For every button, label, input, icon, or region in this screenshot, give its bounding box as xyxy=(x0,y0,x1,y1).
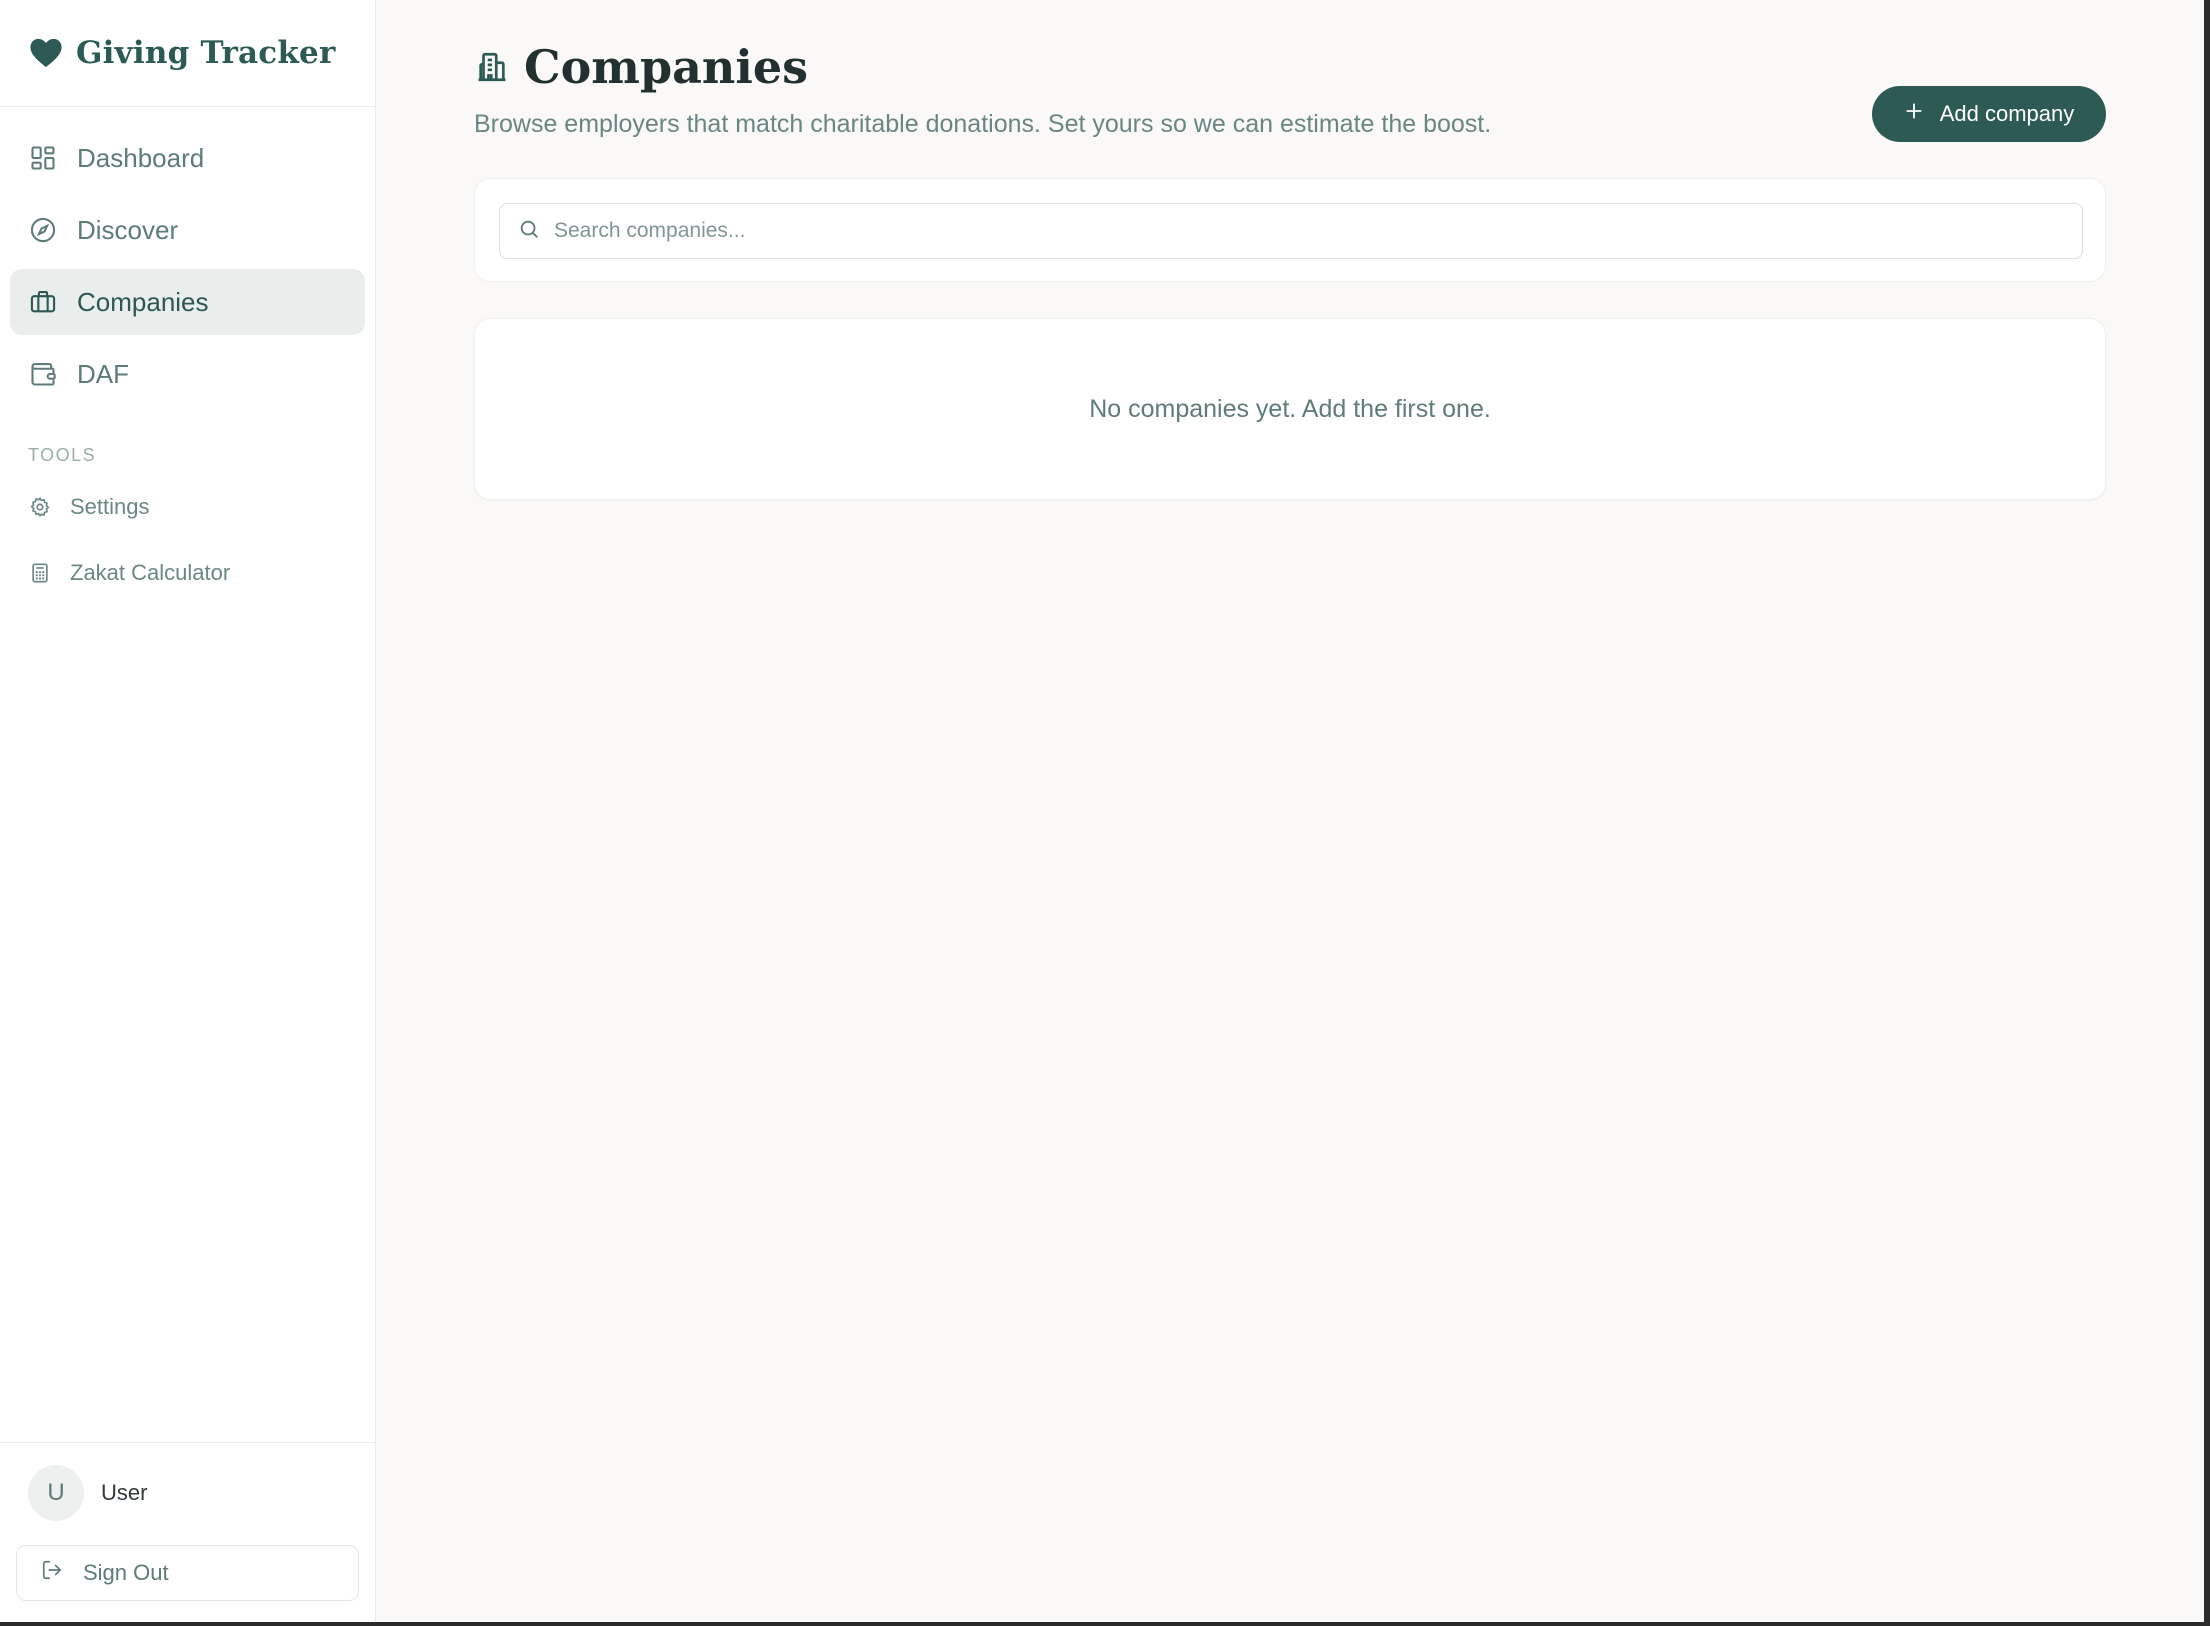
sidebar-item-label: Settings xyxy=(70,494,150,519)
sidebar-item-daf[interactable]: DAF xyxy=(10,341,365,407)
search-input[interactable] xyxy=(554,219,2054,243)
logout-icon xyxy=(41,1559,63,1587)
add-company-button[interactable]: Add company xyxy=(1872,86,2106,142)
sign-out-button[interactable]: Sign Out xyxy=(16,1545,359,1601)
add-company-label: Add company xyxy=(1939,101,2075,126)
page-header: Companies Browse employers that match ch… xyxy=(474,40,1491,139)
main-nav: Dashboard Discover Companies DAF xyxy=(0,107,375,407)
compass-icon xyxy=(28,215,58,245)
sign-out-label: Sign Out xyxy=(83,1560,169,1585)
empty-state-message: No companies yet. Add the first one. xyxy=(1089,394,1491,423)
sidebar-item-label: Discover xyxy=(77,214,179,245)
sidebar-item-zakat-calculator[interactable]: Zakat Calculator xyxy=(10,542,365,604)
search-card xyxy=(474,178,2106,282)
window-frame-right xyxy=(2204,0,2210,1626)
empty-state-card: No companies yet. Add the first one. xyxy=(474,318,2106,500)
window-frame-bottom xyxy=(0,1622,2210,1626)
briefcase-icon xyxy=(28,287,58,317)
sidebar: Giving Tracker Dashboard Discover Compan… xyxy=(0,0,376,1622)
sidebar-item-label: Zakat Calculator xyxy=(70,560,231,585)
brand[interactable]: Giving Tracker xyxy=(0,0,375,107)
main-content: Companies Browse employers that match ch… xyxy=(376,0,2204,1622)
gear-icon xyxy=(28,495,52,519)
avatar: U xyxy=(28,1465,84,1521)
app-window: Giving Tracker Dashboard Discover Compan… xyxy=(0,0,2204,1622)
search-icon xyxy=(518,218,540,245)
plus-icon xyxy=(1904,101,1924,127)
sidebar-item-companies[interactable]: Companies xyxy=(10,269,365,335)
sidebar-item-label: Companies xyxy=(77,286,209,317)
user-name: User xyxy=(101,1480,148,1505)
sidebar-item-dashboard[interactable]: Dashboard xyxy=(10,125,365,191)
tools-section-label: TOOLS xyxy=(28,445,97,465)
sidebar-item-label: DAF xyxy=(77,358,129,389)
tools-nav: Settings Zakat Calculator xyxy=(0,466,375,604)
user-profile[interactable]: U User xyxy=(16,1463,359,1523)
sidebar-item-settings[interactable]: Settings xyxy=(10,476,365,538)
building-icon xyxy=(474,49,510,85)
page-subtitle: Browse employers that match charitable d… xyxy=(474,110,1492,138)
search-box[interactable] xyxy=(499,203,2083,259)
wallet-icon xyxy=(28,359,58,389)
sidebar-item-discover[interactable]: Discover xyxy=(10,197,365,263)
app-title: Giving Tracker xyxy=(76,35,336,71)
sidebar-item-label: Dashboard xyxy=(77,142,205,173)
calculator-icon xyxy=(28,561,52,585)
dashboard-grid-icon xyxy=(28,143,58,173)
sidebar-footer: U User Sign Out xyxy=(0,1442,375,1622)
page-title: Companies xyxy=(524,40,809,94)
heart-icon xyxy=(28,35,64,71)
